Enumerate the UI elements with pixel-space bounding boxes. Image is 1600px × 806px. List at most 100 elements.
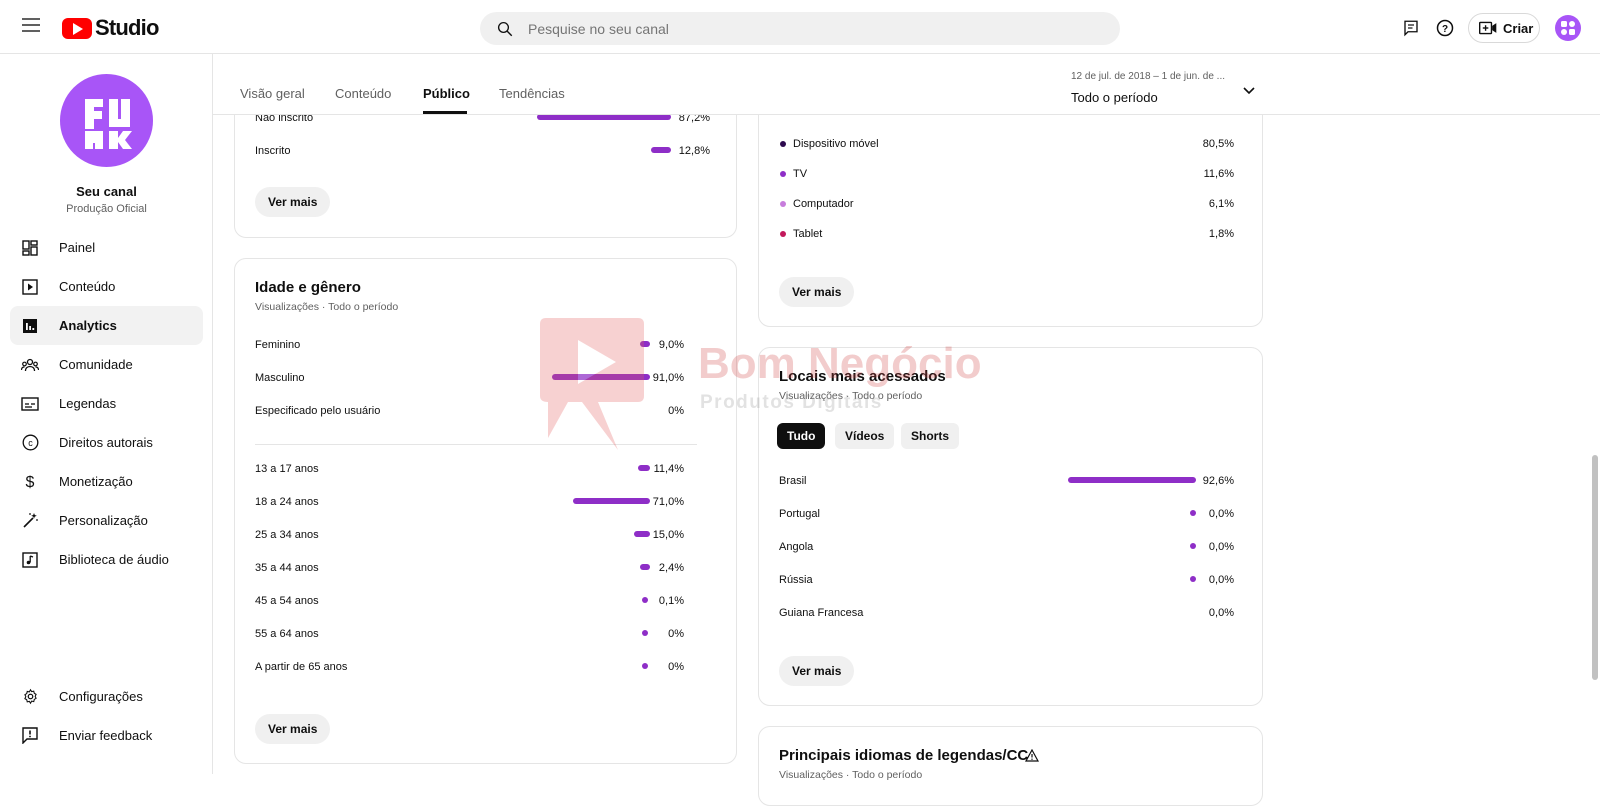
sidebar-item-label: Conteúdo [59, 279, 116, 294]
copyright-icon: c [21, 434, 39, 452]
age-gender-card: Idade e gênero Visualizações · Todo o pe… [234, 258, 737, 764]
search-input[interactable] [528, 20, 1088, 37]
dollar-icon: $ [21, 473, 39, 491]
sidebar-item-personalizacao[interactable]: Personalização [10, 501, 203, 540]
device-row-value: 6,1% [1208, 198, 1234, 210]
sidebar-item-direitos-autorais[interactable]: c Direitos autorais [10, 423, 203, 462]
search-bar[interactable] [480, 12, 1120, 45]
age-row-value: 11,4% [653, 463, 684, 475]
card-subtitle: Visualizações · Todo o período [255, 301, 399, 313]
legend-dot [780, 231, 786, 237]
device-row-value: 11,6% [1203, 168, 1234, 180]
search-icon [497, 21, 513, 36]
sidebar-item-label: Direitos autorais [59, 435, 153, 450]
sidebar-item-label: Personalização [59, 513, 148, 528]
legend-dot [780, 141, 786, 147]
tab-visao-geral[interactable]: Visão geral [240, 86, 305, 101]
location-row-label: Rússia [779, 574, 813, 586]
period-selector[interactable]: 12 de jul. de 2018 – 1 de jun. de ... To… [1071, 71, 1225, 105]
gender-row-value: 91,0% [652, 372, 684, 384]
location-bar [1068, 477, 1196, 483]
sidebar-item-conteudo[interactable]: Conteúdo [10, 267, 203, 306]
channel-avatar[interactable] [60, 74, 153, 167]
account-avatar[interactable] [1555, 15, 1581, 41]
help-icon[interactable]: ? [1434, 17, 1456, 39]
sidebar-item-label: Analytics [59, 318, 117, 333]
age-row-label: 18 a 24 anos [255, 496, 319, 508]
see-more-button[interactable]: Ver mais [779, 277, 855, 307]
sidebar-item-biblioteca-audio[interactable]: Biblioteca de áudio [10, 540, 203, 579]
subscription-row-value: 12,8% [678, 145, 710, 157]
scrollbar-thumb[interactable] [1592, 455, 1598, 680]
device-row-value: 1,8% [1208, 228, 1234, 240]
active-tab-indicator [423, 111, 467, 114]
gender-row-label: Masculino [255, 372, 305, 384]
svg-text:c: c [28, 438, 33, 448]
sidebar-item-label: Legendas [59, 396, 117, 411]
tab-conteudo[interactable]: Conteúdo [335, 86, 391, 101]
tab-tendencias[interactable]: Tendências [499, 86, 565, 101]
location-row-value: 92,6% [1202, 475, 1234, 487]
device-row-label: Tablet [793, 228, 823, 240]
channel-subtitle: Produção Oficial [66, 203, 147, 215]
age-row-value: 0% [668, 628, 684, 640]
studio-logo[interactable]: Studio [62, 15, 159, 41]
sidebar-item-label: Configurações [59, 689, 143, 704]
svg-text:?: ? [1442, 24, 1448, 35]
age-row-label: 55 a 64 anos [255, 628, 319, 640]
card-title: Locais mais acessados [779, 368, 946, 385]
subtitle-languages-card: Principais idiomas de legendas/CC Visual… [758, 726, 1263, 806]
age-row-label: 13 a 17 anos [255, 463, 319, 475]
age-row-label: 45 a 54 anos [255, 595, 319, 607]
sidebar-item-label: Enviar feedback [59, 728, 153, 743]
sidebar: Seu canal Produção Oficial Painel Conteú… [0, 54, 213, 774]
create-button[interactable]: Criar [1468, 13, 1540, 43]
location-row-label: Brasil [779, 475, 807, 487]
messages-icon[interactable] [1400, 17, 1422, 39]
location-row-value: 0,0% [1208, 508, 1234, 520]
sidebar-item-enviar-feedback[interactable]: Enviar feedback [10, 716, 203, 755]
sidebar-item-label: Monetização [59, 474, 133, 489]
sidebar-item-painel[interactable]: Painel [10, 228, 203, 267]
sidebar-item-label: Comunidade [59, 357, 133, 372]
legend-dot [780, 201, 786, 207]
filter-chip-tudo[interactable]: Tudo [777, 423, 826, 449]
sidebar-item-monetizacao[interactable]: $ Monetização [10, 462, 203, 501]
analytics-tabs-bar: Visão geral Conteúdo Público Tendências … [213, 54, 1600, 115]
subscription-row-label: Inscrito [255, 145, 291, 157]
warning-icon[interactable] [1024, 748, 1040, 767]
period-label: Todo o período [1071, 90, 1158, 105]
sidebar-item-analytics[interactable]: Analytics [10, 306, 203, 345]
see-more-button[interactable]: Ver mais [779, 656, 855, 686]
divider [255, 444, 697, 445]
analytics-icon [21, 317, 39, 335]
svg-text:$: $ [26, 474, 35, 491]
device-row-label: TV [793, 168, 808, 180]
tab-publico[interactable]: Público [423, 86, 470, 101]
filter-chip-shorts[interactable]: Shorts [901, 423, 960, 449]
see-more-button[interactable]: Ver mais [255, 714, 331, 744]
gear-icon [21, 688, 39, 706]
logo-text: Studio [95, 15, 159, 40]
channel-name: Seu canal [76, 184, 137, 199]
age-row-value: 0% [668, 661, 684, 673]
sidebar-item-comunidade[interactable]: Comunidade [10, 345, 203, 384]
period-range: 12 de jul. de 2018 – 1 de jun. de ... [1071, 71, 1226, 82]
sidebar-item-legendas[interactable]: Legendas [10, 384, 203, 423]
menu-icon[interactable] [22, 18, 40, 32]
filter-chip-videos[interactable]: Vídeos [835, 423, 895, 449]
device-row-label: Dispositivo móvel [793, 138, 879, 150]
gender-row-value: 0% [668, 405, 684, 417]
dashboard-icon [21, 239, 39, 257]
subtitles-icon [21, 395, 39, 413]
youtube-logo-icon [62, 17, 92, 39]
age-row-value: 71,0% [652, 496, 684, 508]
chevron-down-icon[interactable] [1243, 82, 1255, 100]
see-more-button[interactable]: Ver mais [255, 187, 331, 217]
card-subtitle: Visualizações · Todo o período [779, 769, 923, 781]
card-title: Principais idiomas de legendas/CC [779, 747, 1029, 764]
channel-logo-icon [84, 98, 132, 149]
sidebar-item-configuracoes[interactable]: Configurações [10, 677, 203, 716]
age-row-value: 2,4% [658, 562, 684, 574]
age-row-label: 25 a 34 anos [255, 529, 319, 541]
